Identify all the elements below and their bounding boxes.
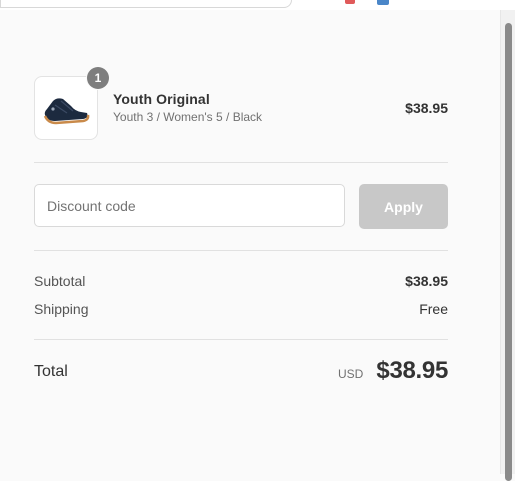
sandal-icon bbox=[43, 98, 90, 125]
total-amount: $38.95 bbox=[376, 357, 448, 384]
product-name: Youth Original bbox=[113, 91, 210, 107]
apply-discount-button[interactable]: Apply bbox=[359, 184, 448, 229]
scrollbar[interactable] bbox=[500, 10, 515, 481]
browser-top-strip bbox=[0, 0, 515, 10]
total-currency: USD bbox=[338, 367, 364, 381]
extension-red-icon[interactable] bbox=[345, 0, 355, 4]
divider bbox=[34, 339, 448, 340]
quantity-badge: 1 bbox=[87, 67, 109, 89]
subtotal-value: $38.95 bbox=[405, 273, 448, 289]
product-price: $38.95 bbox=[405, 100, 448, 116]
product-thumbnail: 1 bbox=[34, 67, 109, 140]
shipping-value: Free bbox=[419, 301, 448, 317]
address-bar[interactable] bbox=[0, 0, 292, 8]
divider bbox=[34, 250, 448, 251]
subtotal-label: Subtotal bbox=[34, 273, 86, 289]
discount-code-input[interactable] bbox=[34, 184, 345, 227]
product-variant: Youth 3 / Women's 5 / Black bbox=[113, 110, 263, 124]
order-summary-panel: 1 Youth Original Youth 3 / Women's 5 / B… bbox=[0, 10, 500, 474]
extension-blue-icon[interactable] bbox=[377, 0, 389, 5]
total-label: Total bbox=[34, 363, 68, 380]
product-line-item: 1 Youth Original Youth 3 / Women's 5 / B… bbox=[34, 67, 448, 140]
scrollbar-thumb[interactable] bbox=[505, 23, 512, 481]
shipping-label: Shipping bbox=[34, 301, 89, 317]
divider bbox=[34, 162, 448, 163]
